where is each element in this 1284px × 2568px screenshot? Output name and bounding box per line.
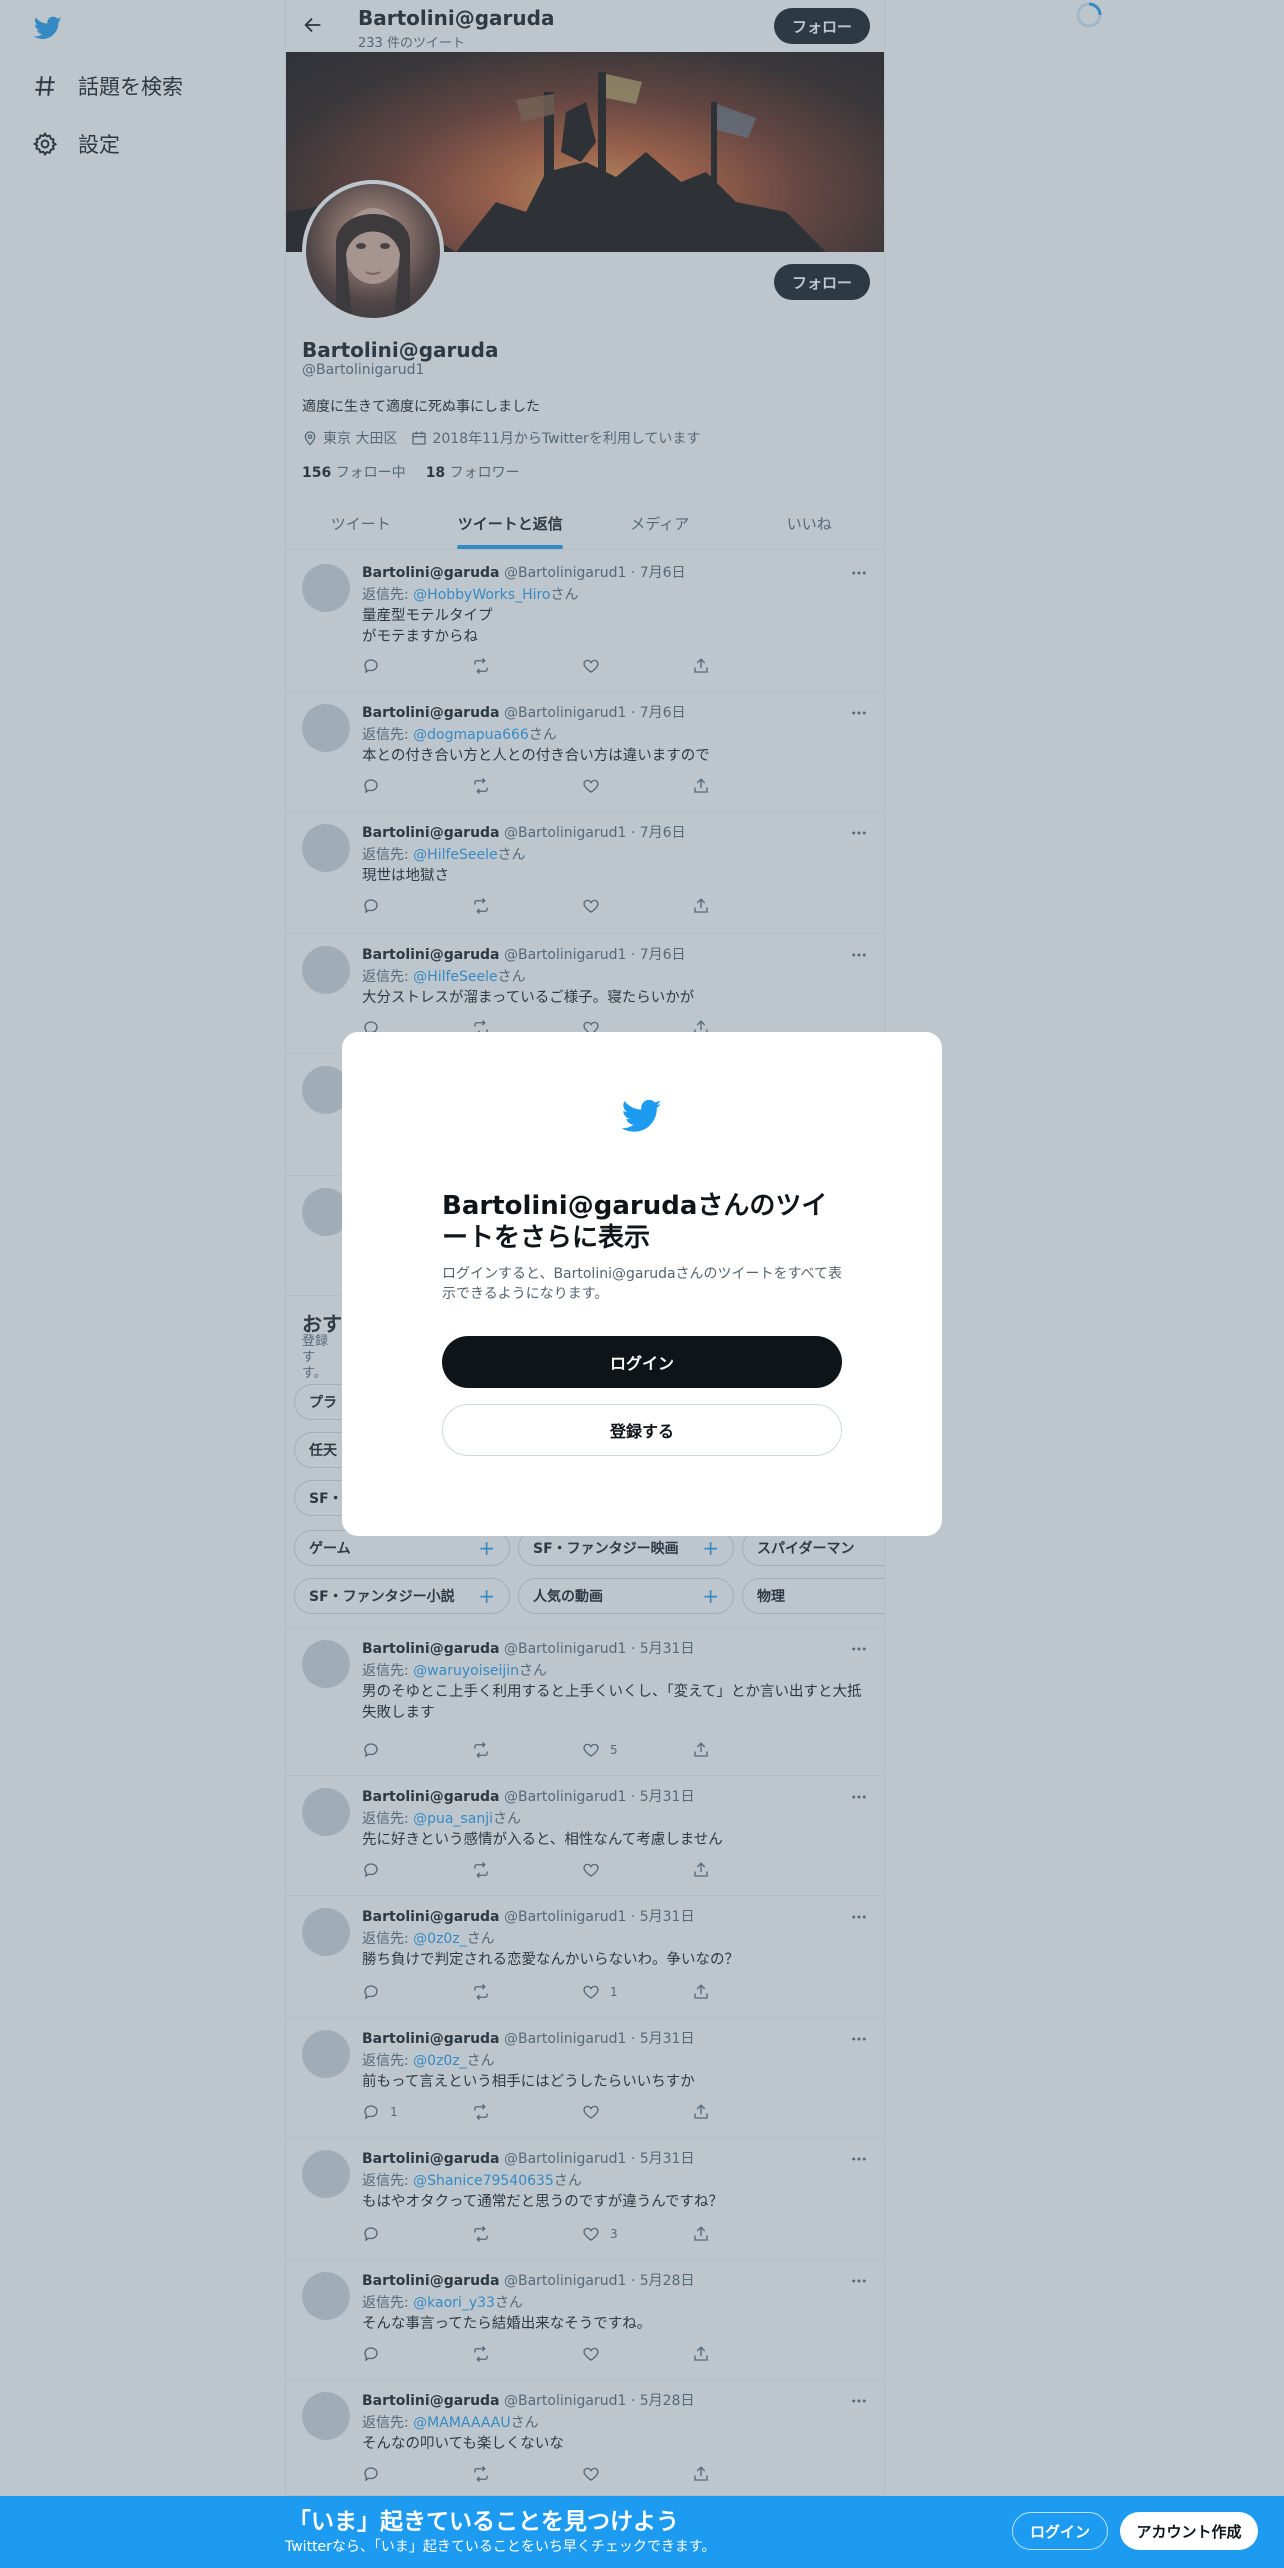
login-prompt-modal: Bartolini@garudaさんのツイートをさらに表示 ログインすると、Ba… [342,1032,942,1536]
bottom-bar-subtitle: Twitterなら、「いま」起きていることをいち早くチェックできます。 [285,2539,716,2555]
modal-subtitle: ログインすると、Bartolini@garudaさんのツイートをすべて表示できる… [442,1266,842,1302]
modal-login-button[interactable]: ログイン [442,1336,842,1388]
bottom-signup-button[interactable]: アカウント作成 [1120,2512,1258,2550]
modal-signup-button[interactable]: 登録する [442,1404,842,1456]
bottom-signup-bar: 「いま」起きていることを見つけよう Twitterなら、「いま」起きていることを… [0,2496,1284,2568]
bottom-bar-title: 「いま」起きていることを見つけよう [288,2509,679,2535]
bottom-login-button[interactable]: ログイン [1012,2512,1108,2550]
twitter-logo-icon [618,1096,666,1136]
modal-title: Bartolini@garudaさんのツイートをさらに表示 [442,1191,828,1253]
